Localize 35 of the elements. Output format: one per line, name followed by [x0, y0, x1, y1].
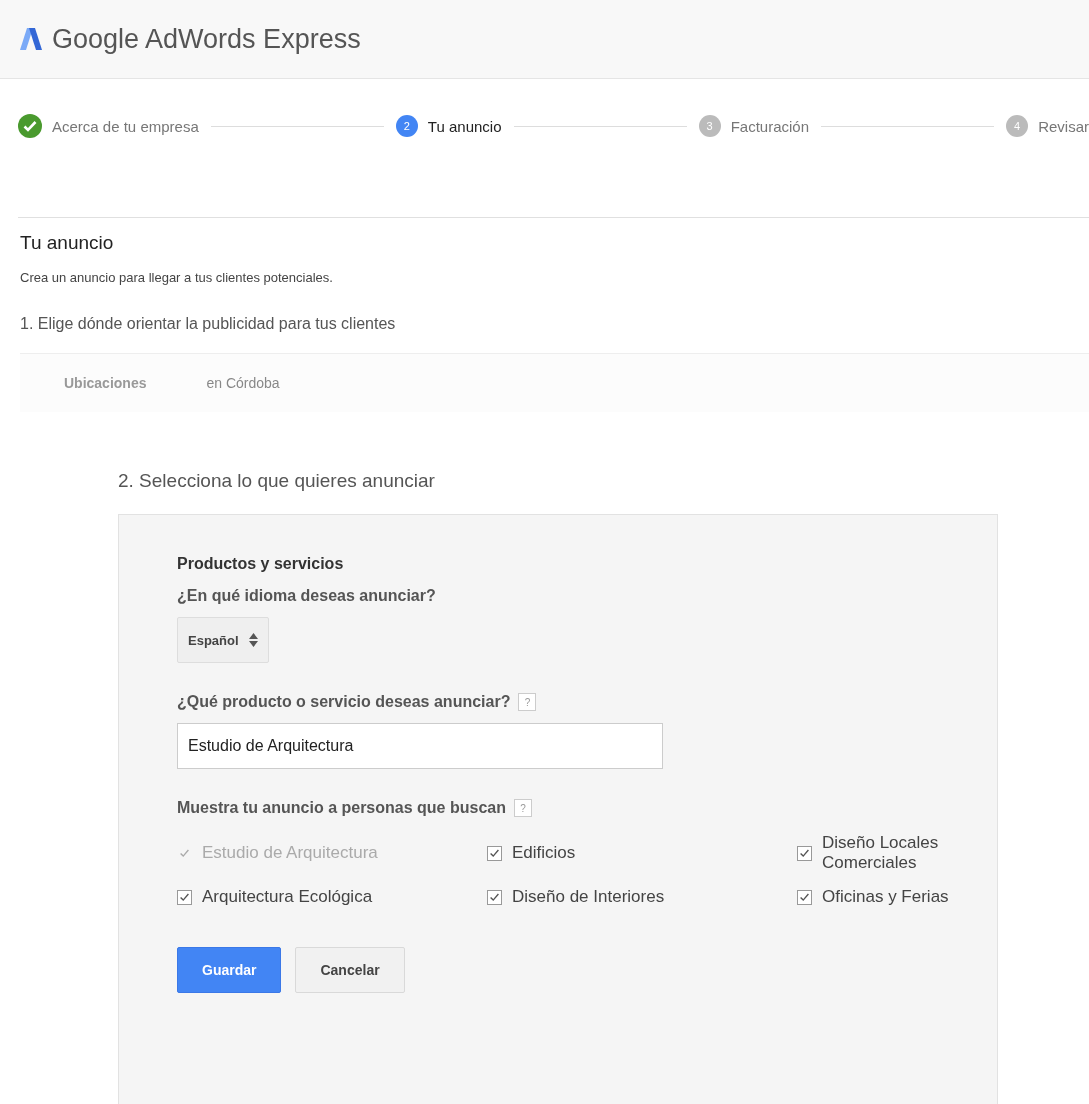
section-title: 1. Elige dónde orientar la publicidad para tus clientes — [20, 315, 397, 333]
section-title: 2. Selecciona lo que quieres anunciar — [118, 470, 436, 492]
keyword-label: Diseño de Interiores — [512, 887, 665, 907]
keyword-label: Estudio de Arquitectura — [202, 843, 378, 863]
checkbox[interactable] — [797, 845, 812, 861]
step-label: Revisar — [1038, 117, 1089, 135]
checkbox[interactable] — [797, 889, 812, 905]
product-input[interactable]: Estudio de Arquitectura — [177, 723, 663, 769]
logo-icon — [18, 26, 44, 52]
location-value: en Córdoba — [206, 375, 280, 391]
checkbox[interactable] — [487, 845, 502, 861]
step-label: Facturación — [730, 117, 809, 135]
keyword-label: Oficinas y Ferias — [822, 887, 949, 907]
step-number: 4 — [1006, 115, 1029, 137]
card-title: Productos y servicios — [177, 555, 345, 573]
checkbox[interactable] — [487, 889, 502, 905]
step-number: 3 — [698, 115, 721, 137]
cancel-button[interactable]: Cancelar — [295, 947, 405, 993]
save-button[interactable]: Guardar — [177, 947, 282, 993]
question-label: ¿Qué producto o servicio deseas anunciar? — [177, 693, 511, 711]
location-label: Ubicaciones — [64, 375, 147, 391]
question-label: ¿En qué idioma deseas anunciar? — [177, 587, 436, 605]
step-label: Tu anuncio — [427, 117, 502, 135]
updown-icon — [248, 633, 258, 647]
step-number: 2 — [395, 115, 418, 137]
logo-text: Google AdWords Express — [52, 23, 361, 55]
step-label: Acerca de tu empresa — [52, 117, 199, 135]
keyword-label: Diseño Locales Comerciales — [822, 833, 940, 873]
language-dropdown[interactable]: Español — [177, 617, 269, 663]
checkbox[interactable] — [177, 889, 192, 905]
question-label: Muestra tu anuncio a personas que buscan — [177, 799, 506, 817]
keyword-label: Arquitectura Ecológica — [202, 887, 373, 907]
keyword-label: Edificios — [512, 843, 576, 863]
page-subtitle: Crea un anuncio para llegar a tus clientes potenciales. — [20, 270, 334, 285]
page-title: Tu anuncio — [20, 232, 115, 254]
